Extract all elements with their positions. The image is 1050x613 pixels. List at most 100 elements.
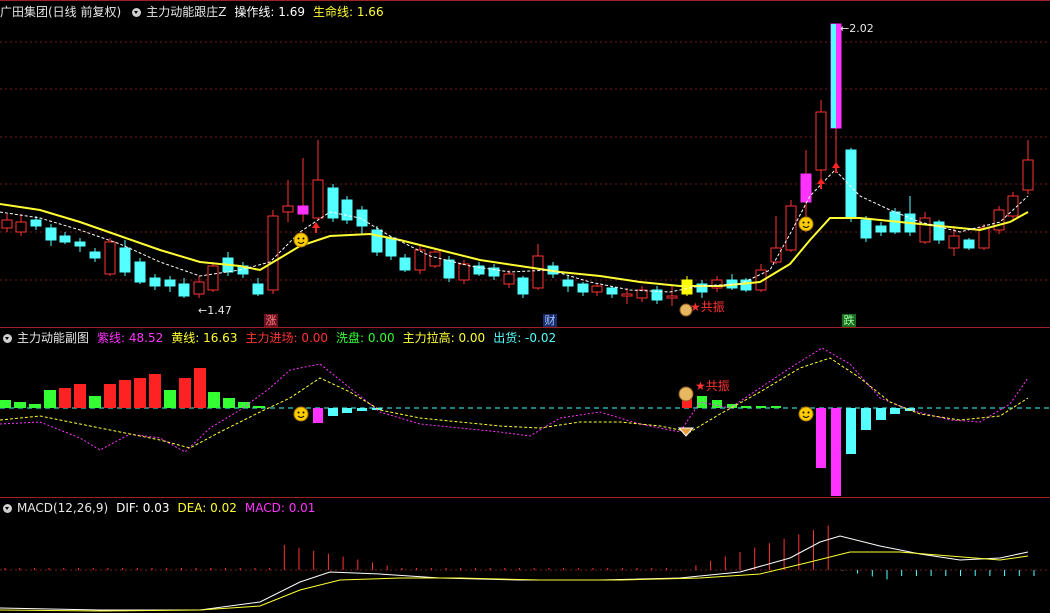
candle-body xyxy=(414,249,426,271)
main-resonance-label: 共振 xyxy=(700,300,725,314)
candle-body xyxy=(312,179,324,219)
candle-body xyxy=(443,259,455,279)
high-price-value: 2.02 xyxy=(849,22,874,35)
candle-body xyxy=(458,263,470,281)
smiley-icon-eye xyxy=(302,237,305,240)
candle-body xyxy=(948,235,960,249)
candle-body xyxy=(503,273,515,285)
histogram-bar xyxy=(876,408,886,420)
candle-body xyxy=(59,235,71,243)
candle-body xyxy=(282,205,294,213)
histogram-bar xyxy=(119,380,131,408)
histogram-bar xyxy=(29,404,41,408)
histogram-bar xyxy=(771,406,781,408)
sub-resonance-label: 共振 xyxy=(705,379,730,393)
histogram-bar xyxy=(44,390,56,408)
candle-body xyxy=(845,149,857,219)
smiley-icon-eye xyxy=(807,411,810,414)
candle-body xyxy=(30,219,42,227)
candle-body xyxy=(963,239,975,249)
histogram-bar xyxy=(223,398,235,408)
sub-resonance-signal: ★共振 xyxy=(695,377,730,394)
histogram-bar xyxy=(846,408,856,454)
histogram-bar xyxy=(342,408,352,413)
money-bag-icon xyxy=(678,386,694,402)
candle-body xyxy=(119,247,131,273)
rise-marker: 涨 xyxy=(264,314,278,327)
histogram-bar xyxy=(313,408,323,423)
histogram-bar xyxy=(253,406,265,408)
high-price-label: ←2.02 xyxy=(840,22,874,35)
candle-body xyxy=(429,251,441,267)
candle-body xyxy=(815,111,827,171)
histogram-bar xyxy=(208,392,220,408)
candle-body xyxy=(134,261,146,283)
candle-body xyxy=(89,251,101,259)
smiley-icon xyxy=(798,216,814,232)
candle-body xyxy=(399,257,411,271)
candle-body xyxy=(621,293,633,297)
candle-body xyxy=(606,287,618,295)
smiley-icon-eye xyxy=(297,411,300,414)
candle-body xyxy=(193,281,205,295)
sub-resonance-star-icon: ★ xyxy=(695,379,706,393)
low-price-value: 1.47 xyxy=(207,304,232,317)
candle-body xyxy=(875,225,887,233)
dif-line xyxy=(0,535,1029,611)
dea-line xyxy=(0,551,1029,612)
histogram-bar xyxy=(134,378,146,408)
histogram-bar xyxy=(89,396,101,408)
candle-body xyxy=(207,265,219,291)
histogram-bar xyxy=(861,408,871,430)
histogram-bar xyxy=(59,388,71,408)
histogram-bar xyxy=(756,406,766,408)
histogram-bar xyxy=(164,390,176,408)
candle-body xyxy=(178,283,190,297)
histogram-bar xyxy=(104,384,116,408)
histogram-bar xyxy=(357,408,367,411)
candle-body xyxy=(385,237,397,257)
candle-body xyxy=(532,255,544,289)
histogram-bar xyxy=(816,408,826,468)
smiley-icon-eye xyxy=(302,411,305,414)
histogram-bar xyxy=(831,408,841,496)
low-arrow-icon: ← xyxy=(198,304,208,317)
candle-body xyxy=(104,241,116,275)
wealth-marker: 财 xyxy=(543,314,557,327)
macd-chart[interactable] xyxy=(0,498,1050,613)
candle-body xyxy=(164,279,176,287)
resonance-star-icon: ★ xyxy=(690,300,701,314)
candle-body xyxy=(666,295,678,299)
smiley-icon xyxy=(293,406,309,422)
smiley-icon xyxy=(293,232,309,248)
candle-body xyxy=(45,227,57,241)
histogram-bar xyxy=(712,400,722,408)
histogram-bar xyxy=(74,384,86,408)
candle-body xyxy=(591,285,603,293)
candlestick-chart[interactable] xyxy=(0,0,1050,327)
candle-body xyxy=(371,229,383,253)
histogram-bar xyxy=(328,408,338,416)
candle-body xyxy=(860,219,872,239)
candle-body xyxy=(562,279,574,287)
histogram-bar xyxy=(14,402,26,408)
main-resonance-signal: ★共振 xyxy=(690,298,725,315)
candle-body xyxy=(149,277,161,287)
histogram-bar xyxy=(149,374,161,408)
low-price-label: ←1.47 xyxy=(198,304,232,317)
candle-body xyxy=(1,219,13,229)
fall-marker: 跌 xyxy=(842,314,856,327)
main-force-momentum-chart[interactable] xyxy=(0,328,1050,497)
candle-body xyxy=(356,209,368,227)
candle-body xyxy=(267,215,279,291)
histogram-bar xyxy=(194,368,206,408)
smiley-icon-eye xyxy=(297,237,300,240)
candle-body xyxy=(252,283,264,295)
candle-body xyxy=(831,24,836,128)
high-arrow-icon: ← xyxy=(840,22,850,35)
candle-body xyxy=(341,199,353,221)
candle-body xyxy=(297,205,309,215)
candle-body xyxy=(15,221,27,233)
smiley-icon-eye xyxy=(807,221,810,224)
candle-body xyxy=(1022,159,1034,191)
